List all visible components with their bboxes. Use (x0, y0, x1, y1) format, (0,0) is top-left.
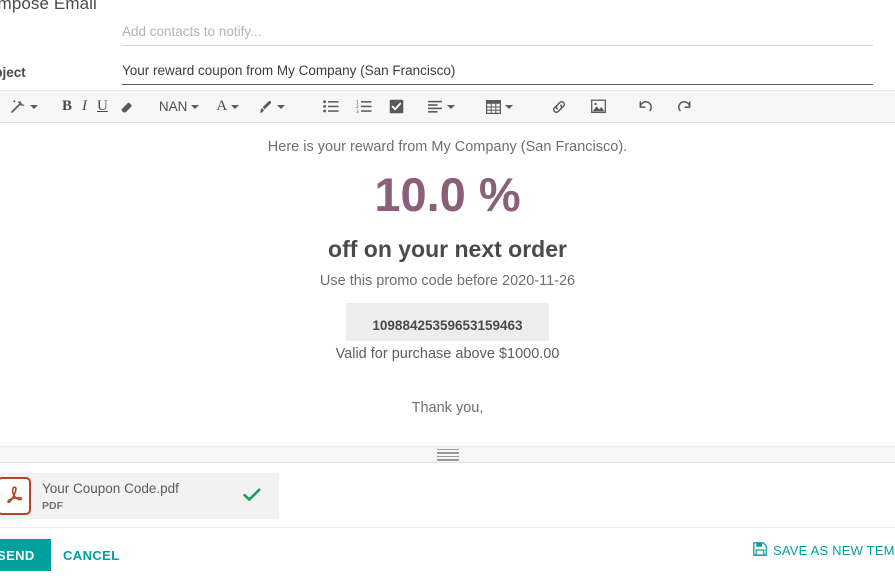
align-left-icon (428, 100, 443, 113)
recipients-row: Add contacts to notify... (0, 19, 895, 46)
font-size-label: NAN (158, 99, 188, 114)
dialog-footer: SEND CANCEL SAVE AS NEW TEMPL (0, 529, 895, 581)
bold-button[interactable]: B (57, 94, 77, 120)
email-intro-text: Here is your reward from My Company (San… (267, 139, 628, 155)
undo-icon (639, 101, 653, 112)
send-button[interactable]: SEND (0, 539, 51, 571)
pdf-icon (0, 477, 31, 515)
closing-text: Thank you, (411, 400, 484, 416)
table-button[interactable] (481, 94, 518, 120)
save-as-new-template-label: SAVE AS NEW TEMPL (773, 543, 895, 558)
chevron-down-icon (30, 104, 38, 109)
minimum-purchase-text: Valid for purchase above $1000.00 (335, 346, 560, 362)
image-icon (591, 99, 607, 114)
unordered-list-icon (323, 100, 339, 113)
promo-code: 10988425359653159463 (346, 303, 549, 341)
link-button[interactable] (546, 94, 572, 120)
save-as-new-template-button[interactable]: SAVE AS NEW TEMPL (753, 542, 895, 559)
image-button[interactable] (586, 94, 611, 120)
font-color-button[interactable]: A (211, 94, 244, 120)
chevron-down-icon (447, 104, 456, 109)
ordered-list-icon: 1 2 3 (356, 100, 372, 113)
font-size-selector[interactable]: NAN (154, 94, 205, 120)
cancel-button[interactable]: CANCEL (57, 539, 126, 571)
table-icon (486, 99, 502, 114)
remove-format-button[interactable] (113, 94, 140, 120)
italic-icon: I (82, 98, 88, 114)
save-icon (753, 542, 767, 559)
discount-percent: 10.0 % (374, 168, 521, 221)
subject-row: ubject Your reward coupon from My Compan… (0, 58, 895, 85)
grip-lines-icon (436, 448, 459, 461)
chevron-down-icon (505, 104, 514, 109)
page-title: ompose Email (0, 0, 97, 13)
chevron-down-icon (231, 104, 240, 109)
field-spacer (0, 46, 895, 58)
editor-toolbar: B I U NAN A 1 2 3 (0, 90, 895, 123)
font-color-icon: A (216, 98, 228, 114)
promo-code-wrapper: 10988425359653159463 (0, 303, 895, 341)
email-body-content: Here is your reward from My Company (San… (0, 135, 895, 420)
checklist-button[interactable] (384, 94, 409, 120)
ordered-list-button[interactable]: 1 2 3 (351, 94, 377, 120)
compose-header-fields: Add contacts to notify... ubject Your re… (0, 19, 895, 85)
bold-icon: B (62, 98, 73, 114)
promo-expiry-text: Use this promo code before 2020-11-26 (319, 273, 576, 289)
highlight-color-button[interactable] (251, 94, 290, 120)
resize-handle[interactable] (0, 446, 895, 463)
attachment-item[interactable]: Your Coupon Code.pdf PDF (0, 473, 279, 519)
check-icon (243, 488, 261, 505)
compose-email-dialog: ompose Email Add contacts to notify... u… (0, 0, 895, 581)
svg-text:3: 3 (356, 109, 359, 113)
chevron-down-icon (191, 104, 200, 109)
unordered-list-button[interactable] (318, 94, 344, 120)
underline-button[interactable]: U (92, 94, 113, 120)
checklist-icon (389, 99, 404, 114)
chevron-down-icon (277, 104, 286, 109)
underline-icon: U (97, 98, 108, 114)
attachment-text: Your Coupon Code.pdf PDF (42, 480, 243, 513)
brush-icon (259, 100, 272, 113)
redo-icon (678, 101, 691, 112)
recipients-placeholder: Add contacts to notify... (122, 24, 262, 39)
attachment-filename: Your Coupon Code.pdf (42, 480, 179, 496)
recipients-input[interactable]: Add contacts to notify... (122, 23, 873, 46)
eraser-icon (121, 102, 132, 113)
email-body-editor[interactable]: Here is your reward from My Company (San… (0, 124, 895, 446)
link-icon (553, 100, 566, 113)
style-picker-icon[interactable] (4, 94, 43, 120)
offer-headline: off on your next order (328, 236, 567, 262)
align-button[interactable] (423, 94, 460, 120)
redo-button[interactable] (672, 94, 698, 120)
attachments-and-template-row: Your Coupon Code.pdf PDF Use template Co… (0, 464, 895, 528)
subject-label: ubject (0, 65, 26, 80)
undo-button[interactable] (632, 94, 658, 120)
recipients-label (0, 41, 122, 46)
italic-button[interactable]: I (77, 94, 92, 120)
attachment-filetype: PDF (42, 499, 63, 512)
subject-input[interactable]: Your reward coupon from My Company (San … (122, 62, 873, 85)
